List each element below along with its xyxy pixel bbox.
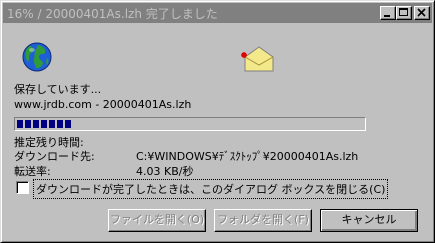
transfer-rate-value: 4.03 KB/秒 — [136, 165, 194, 178]
maximize-icon — [399, 8, 408, 16]
destination-label: ダウンロード先: — [14, 150, 95, 163]
open-file-button[interactable]: ファイルを開く(O) — [108, 209, 206, 232]
open-folder-button[interactable]: フォルダを開く(F) — [214, 209, 312, 232]
progress-block — [65, 120, 71, 128]
window-title: 16% / 20000401As.lzh 完了しました — [7, 6, 218, 21]
transfer-rate-label: 転送率: — [14, 165, 51, 178]
close-on-complete-checkbox[interactable] — [16, 181, 29, 194]
progress-block — [49, 120, 55, 128]
progress-block — [25, 120, 31, 128]
download-progress-bar — [14, 117, 366, 131]
progress-fill — [17, 120, 363, 128]
destination-value: C:¥WINDOWS¥ﾃﾞｽｸﾄｯﾌﾟ¥20000401As.lzh — [136, 150, 359, 163]
saving-status: 保存しています... — [14, 83, 102, 96]
cancel-button[interactable]: キャンセル — [320, 209, 418, 232]
close-icon — [417, 8, 426, 17]
progress-block — [57, 120, 63, 128]
maximize-button[interactable] — [396, 6, 412, 20]
folder-icon — [241, 46, 274, 72]
progress-block — [33, 120, 39, 128]
progress-block — [41, 120, 47, 128]
globe-icon — [22, 42, 52, 72]
title-bar-buttons — [380, 6, 430, 20]
download-source: www.jrdb.com - 20000401As.lzh — [14, 98, 192, 111]
title-bar[interactable]: 16% / 20000401As.lzh 完了しました — [3, 3, 432, 23]
minimize-icon — [384, 15, 390, 17]
download-dialog: 16% / 20000401As.lzh 完了しました 保存しています... w… — [0, 0, 435, 243]
progress-block — [17, 120, 23, 128]
minimize-button[interactable] — [380, 6, 396, 20]
close-on-complete-label[interactable]: ダウンロードが完了したときは、このダイアログ ボックスを閉じる(C) — [33, 179, 389, 199]
close-button[interactable] — [414, 6, 430, 20]
